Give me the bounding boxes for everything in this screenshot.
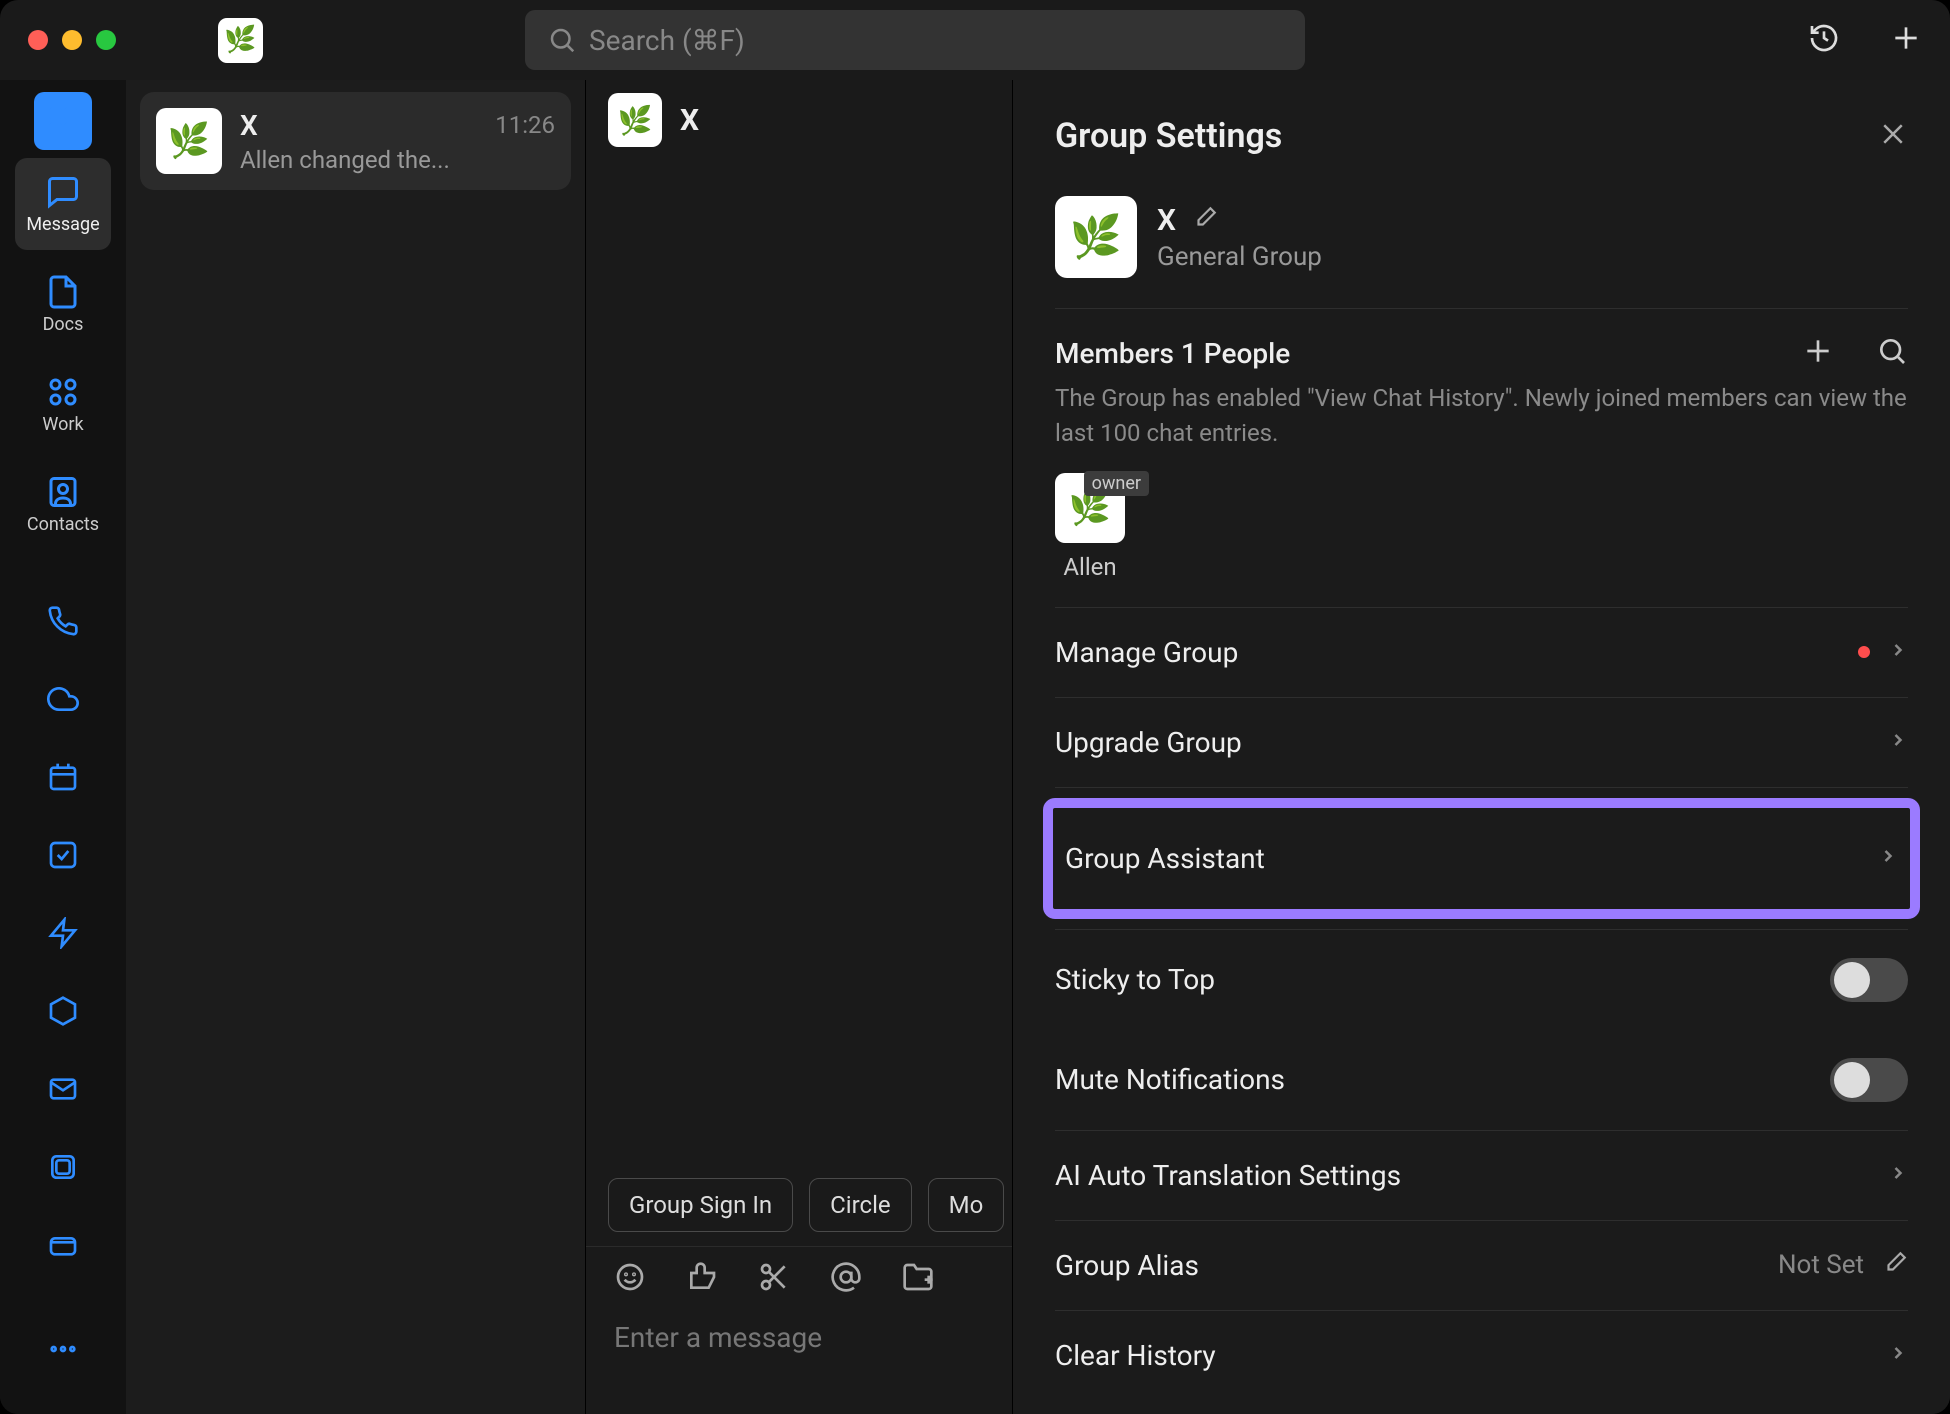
app-switcher-button[interactable]	[34, 92, 92, 150]
rail-item-flash[interactable]	[28, 898, 98, 968]
rail-item-tasks[interactable]	[28, 820, 98, 890]
conversation-list: X 11:26 Allen changed the...	[126, 80, 586, 1414]
more-icon	[47, 1333, 79, 1365]
members-section: Members 1 People The Group has enabled "…	[1055, 309, 1908, 608]
rail-item-cloud[interactable]	[28, 664, 98, 734]
emoji-icon[interactable]	[614, 1261, 646, 1297]
chat-avatar	[608, 93, 662, 147]
rail-item-contacts[interactable]: Contacts	[15, 458, 111, 550]
work-icon	[45, 374, 81, 410]
app-icon	[218, 18, 263, 63]
lightning-icon	[47, 917, 79, 949]
rail-label: Docs	[43, 314, 84, 335]
search-input[interactable]: Search (⌘F)	[525, 10, 1305, 70]
conversation-name: X	[240, 109, 258, 142]
titlebar: Search (⌘F)	[0, 0, 1950, 80]
alias-value: Not Set	[1778, 1250, 1864, 1280]
conversation-item[interactable]: X 11:26 Allen changed the...	[140, 92, 571, 190]
panel-title: Group Settings	[1055, 116, 1282, 156]
chat-title: X	[680, 103, 699, 138]
maximize-window-button[interactable]	[96, 30, 116, 50]
stack-icon	[47, 1151, 79, 1183]
search-icon	[547, 25, 577, 55]
check-icon	[47, 839, 79, 871]
wallet-icon	[47, 1229, 79, 1261]
edit-icon[interactable]	[1882, 1250, 1908, 1280]
left-rail: Message Docs Work Contacts	[0, 80, 126, 1414]
rail-item-mail[interactable]	[28, 1054, 98, 1124]
mail-icon	[47, 1073, 79, 1105]
rail-label: Work	[42, 414, 83, 435]
rail-item-folder[interactable]	[28, 1132, 98, 1202]
chevron-right-icon	[1888, 640, 1908, 664]
phone-icon	[47, 605, 79, 637]
message-icon	[45, 174, 81, 210]
chevron-right-icon	[1878, 846, 1898, 870]
group-header: X General Group	[1055, 196, 1908, 309]
row-group-alias[interactable]: Group Alias Not Set	[1055, 1221, 1908, 1311]
thumbs-up-icon[interactable]	[686, 1261, 718, 1297]
cloud-icon	[47, 683, 79, 715]
group-type: General Group	[1157, 242, 1322, 272]
window-controls	[28, 30, 116, 50]
rail-label: Contacts	[27, 514, 99, 535]
close-window-button[interactable]	[28, 30, 48, 50]
docs-icon	[45, 274, 81, 310]
row-group-assistant[interactable]: Group Assistant	[1065, 808, 1898, 909]
conversation-preview: Allen changed the...	[240, 146, 555, 174]
edit-icon[interactable]	[1192, 205, 1218, 235]
rail-item-box[interactable]	[28, 976, 98, 1046]
owner-badge: owner	[1084, 471, 1149, 496]
minimize-window-button[interactable]	[62, 30, 82, 50]
history-icon[interactable]	[1808, 22, 1840, 58]
row-mute-notifications: Mute Notifications	[1055, 1030, 1908, 1131]
chip-more[interactable]: Mo	[928, 1178, 1005, 1232]
chat-area: X Group Sign In Circle Mo Enter a messag…	[586, 80, 1950, 1414]
plus-icon[interactable]	[1890, 22, 1922, 58]
row-upgrade-group[interactable]: Upgrade Group	[1055, 698, 1908, 788]
member-name: Allen	[1063, 553, 1116, 581]
rail-label: Message	[26, 214, 99, 235]
members-title: Members 1 People	[1055, 337, 1290, 370]
chip-circle[interactable]: Circle	[809, 1178, 912, 1232]
rail-item-message[interactable]: Message	[15, 158, 111, 250]
row-clear-history[interactable]: Clear History	[1055, 1311, 1908, 1400]
group-avatar[interactable]	[1055, 196, 1137, 278]
search-placeholder: Search (⌘F)	[589, 24, 745, 57]
rail-item-wallet[interactable]	[28, 1210, 98, 1280]
chevron-right-icon	[1888, 1163, 1908, 1187]
chevron-right-icon	[1888, 1343, 1908, 1367]
highlighted-row: Group Assistant	[1043, 798, 1920, 919]
sticky-toggle[interactable]	[1830, 958, 1908, 1002]
member-item[interactable]: owner Allen	[1055, 473, 1125, 581]
scissors-icon[interactable]	[758, 1261, 790, 1297]
add-member-icon[interactable]	[1802, 335, 1834, 371]
mention-icon[interactable]	[830, 1261, 862, 1297]
chip-group-sign-in[interactable]: Group Sign In	[608, 1178, 793, 1232]
members-note: The Group has enabled "View Chat History…	[1055, 381, 1908, 451]
row-sticky-top: Sticky to Top	[1055, 930, 1908, 1030]
chevron-right-icon	[1888, 730, 1908, 754]
group-name: X	[1157, 203, 1176, 238]
row-ai-translation[interactable]: AI Auto Translation Settings	[1055, 1131, 1908, 1221]
hexagon-icon	[47, 995, 79, 1027]
rail-item-work[interactable]: Work	[15, 358, 111, 450]
mute-toggle[interactable]	[1830, 1058, 1908, 1102]
rail-item-more[interactable]	[28, 1314, 98, 1384]
contacts-icon	[45, 474, 81, 510]
notification-dot	[1858, 646, 1870, 658]
row-manage-group[interactable]: Manage Group	[1055, 608, 1908, 698]
group-settings-panel: Group Settings X General Group	[1012, 80, 1950, 1414]
rail-item-call[interactable]	[28, 586, 98, 656]
search-member-icon[interactable]	[1876, 335, 1908, 371]
rail-item-docs[interactable]: Docs	[15, 258, 111, 350]
conversation-avatar	[156, 108, 222, 174]
folder-plus-icon[interactable]	[902, 1261, 934, 1297]
compose-placeholder: Enter a message	[614, 1321, 822, 1354]
close-icon[interactable]	[1878, 119, 1908, 153]
conversation-time: 11:26	[495, 111, 555, 139]
rail-item-calendar[interactable]	[28, 742, 98, 812]
calendar-icon	[47, 761, 79, 793]
